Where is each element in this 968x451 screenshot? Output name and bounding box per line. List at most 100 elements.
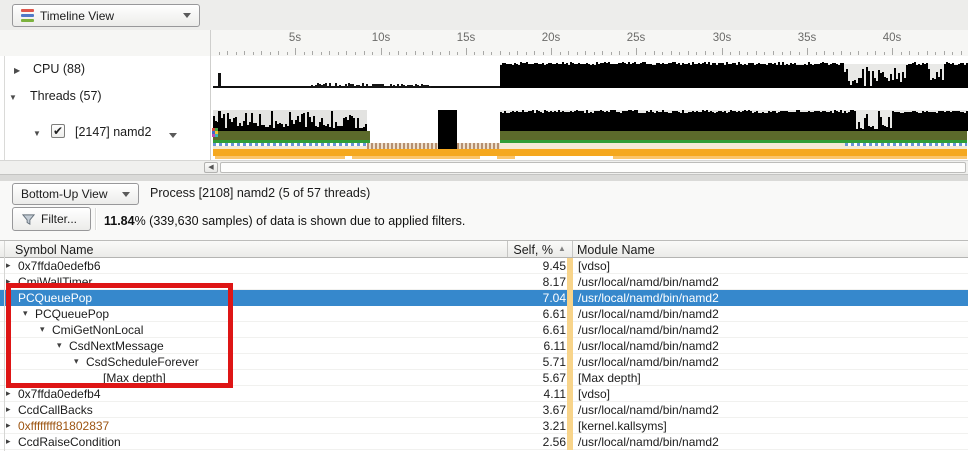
module-name: /usr/local/namd/bin/namd2 <box>578 355 719 369</box>
chevron-down-icon <box>183 13 191 22</box>
expand-icon[interactable]: ▸ <box>6 276 11 287</box>
ruler-tick <box>730 52 731 55</box>
table-row-ccdraisecondition[interactable]: ▸ CcdRaiseCondition 2.56 /usr/local/namd… <box>0 434 968 450</box>
view-selector-timeline[interactable]: Timeline View <box>12 4 200 27</box>
ruler-tick <box>944 51 945 55</box>
column-divider[interactable] <box>572 241 573 257</box>
band-orange <box>213 149 967 156</box>
ruler-tick <box>696 52 697 55</box>
table-row-0x7ffda0edefb4[interactable]: ▸ 0x7ffda0edefb4 4.11 [vdso] <box>0 386 968 402</box>
scroll-left-button[interactable]: ◀ <box>204 162 218 173</box>
expand-icon[interactable]: ▸ <box>6 260 11 271</box>
ruler-tick <box>406 52 407 55</box>
ruler-tick-label: 5s <box>288 32 302 44</box>
column-divider[interactable] <box>507 241 508 257</box>
table-row-ccdcallbacks[interactable]: ▸ CcdCallBacks 3.67 /usr/local/namd/bin/… <box>0 402 968 418</box>
ruler-tick <box>551 48 552 55</box>
table-row-0xffffffff81802837[interactable]: ▸ 0xffffffff81802837 3.21 [kernel.kallsy… <box>0 418 968 434</box>
ruler-tick <box>227 51 228 55</box>
table-row-cmiwalltimer[interactable]: ▸ CmiWallTimer 8.17 /usr/local/namd/bin/… <box>0 274 968 290</box>
scrollbar-thumb[interactable] <box>220 162 966 173</box>
timeline-canvas[interactable] <box>210 56 968 160</box>
bottom-view-toolbar: Bottom-Up View Process [2108] namd2 (5 o… <box>0 181 968 207</box>
symbol-name: CsdScheduleForever <box>86 355 199 369</box>
ruler-tick <box>491 52 492 55</box>
self-bar <box>567 274 573 290</box>
thread-checkbox[interactable]: ✔ <box>51 124 65 138</box>
filter-button[interactable]: Filter... <box>12 207 91 231</box>
ruler-tick-label: 15s <box>456 32 476 44</box>
ruler-tick <box>636 48 637 55</box>
symbol-name: CmiWallTimer <box>18 275 93 289</box>
expand-icon[interactable]: ▸ <box>6 388 11 399</box>
cpu-expander-icon[interactable]: ▶ <box>14 66 20 75</box>
table-row-csdscheduleforever[interactable]: ▾ CsdScheduleForever 5.71 /usr/local/nam… <box>0 354 968 370</box>
timeline-row-threads-label[interactable]: Threads (57) <box>30 89 102 103</box>
ruler-tick <box>304 52 305 55</box>
ruler-tick <box>799 52 800 55</box>
table-row--max-depth-[interactable]: [Max depth] 5.67 [Max depth] <box>0 370 968 386</box>
band-olive <box>500 131 967 140</box>
symbol-name: PCQueuePop <box>35 307 110 321</box>
table-row-pcqueuepop[interactable]: ▾ PCQueuePop 7.04 /usr/local/namd/bin/na… <box>0 290 968 306</box>
expand-icon[interactable]: ▸ <box>6 404 11 415</box>
symbol-name: CsdNextMessage <box>69 339 164 353</box>
table-row-pcqueuepop[interactable]: ▾ PCQueuePop 6.61 /usr/local/namd/bin/na… <box>0 306 968 322</box>
self-bar <box>567 434 573 450</box>
table-body: ▸ 0x7ffda0edefb6 9.45 [vdso] ▸ CmiWallTi… <box>0 258 968 451</box>
self-bar <box>567 322 573 338</box>
ruler-tick <box>705 51 706 55</box>
ruler-tick <box>355 52 356 55</box>
ruler-tick <box>440 52 441 55</box>
ruler-tick <box>909 51 910 55</box>
ruler-tick <box>790 51 791 55</box>
expand-icon[interactable]: ▾ <box>40 324 45 335</box>
band-light-orange <box>215 156 345 159</box>
self-percent: 3.21 <box>542 419 566 433</box>
ruler-tick <box>346 51 347 55</box>
expand-icon[interactable]: ▾ <box>23 308 28 319</box>
ruler-tick <box>244 51 245 55</box>
thread-options-caret-icon[interactable] <box>169 133 177 142</box>
module-name: /usr/local/namd/bin/namd2 <box>578 339 719 353</box>
symbol-name: CmiGetNonLocal <box>52 323 144 337</box>
band-light-orange <box>352 156 480 159</box>
ruler-tick <box>713 52 714 55</box>
ruler-tick <box>764 52 765 55</box>
column-header-symbol[interactable]: Symbol Name <box>15 243 94 257</box>
module-name: [kernel.kallsyms] <box>578 419 667 433</box>
band-blue-dash <box>213 143 367 146</box>
ruler-tick <box>619 51 620 55</box>
expand-icon[interactable]: ▾ <box>74 356 79 367</box>
table-row-csdnextmessage[interactable]: ▾ CsdNextMessage 6.11 /usr/local/namd/bi… <box>0 338 968 354</box>
ruler-tick <box>833 52 834 55</box>
expand-icon[interactable]: ▸ <box>6 420 11 431</box>
expand-icon[interactable]: ▸ <box>6 436 11 447</box>
view-selector-bottom-up[interactable]: Bottom-Up View <box>12 183 139 205</box>
filter-stats-percent: 11.84 <box>104 214 135 228</box>
ruler-tick <box>372 52 373 55</box>
timeline-hscrollbar[interactable]: ◀ <box>0 160 968 175</box>
thread-expander-icon[interactable]: ▼ <box>33 129 41 138</box>
thread-burst-block <box>438 110 457 149</box>
filter-funnel-icon <box>22 213 35 225</box>
table-row-cmigetnonlocal[interactable]: ▾ CmiGetNonLocal 6.61 /usr/local/namd/bi… <box>0 322 968 338</box>
self-percent: 5.67 <box>542 371 566 385</box>
column-header-module[interactable]: Module Name <box>577 243 655 257</box>
table-row-0x7ffda0edefb6[interactable]: ▸ 0x7ffda0edefb6 9.45 [vdso] <box>0 258 968 274</box>
filter-stats: 11.84% (339,630 samples) of data is show… <box>104 214 465 228</box>
self-bar <box>567 354 573 370</box>
sort-ascending-icon[interactable]: ▲ <box>558 244 566 253</box>
ruler-tick <box>901 52 902 55</box>
threads-expander-icon[interactable]: ▼ <box>9 93 17 102</box>
timeline-row-cpu-label[interactable]: CPU (88) <box>33 62 85 76</box>
ruler-tick <box>329 51 330 55</box>
ruler-tick-label: 35s <box>797 32 817 44</box>
timeline-divider <box>210 30 211 160</box>
ruler-tick <box>261 51 262 55</box>
ruler-tick-label: 10s <box>371 32 391 44</box>
self-percent: 9.45 <box>542 259 566 273</box>
timeline-row-thread-label[interactable]: [2147] namd2 <box>75 125 151 139</box>
expand-icon[interactable]: ▾ <box>6 292 11 303</box>
expand-icon[interactable]: ▾ <box>57 340 62 351</box>
